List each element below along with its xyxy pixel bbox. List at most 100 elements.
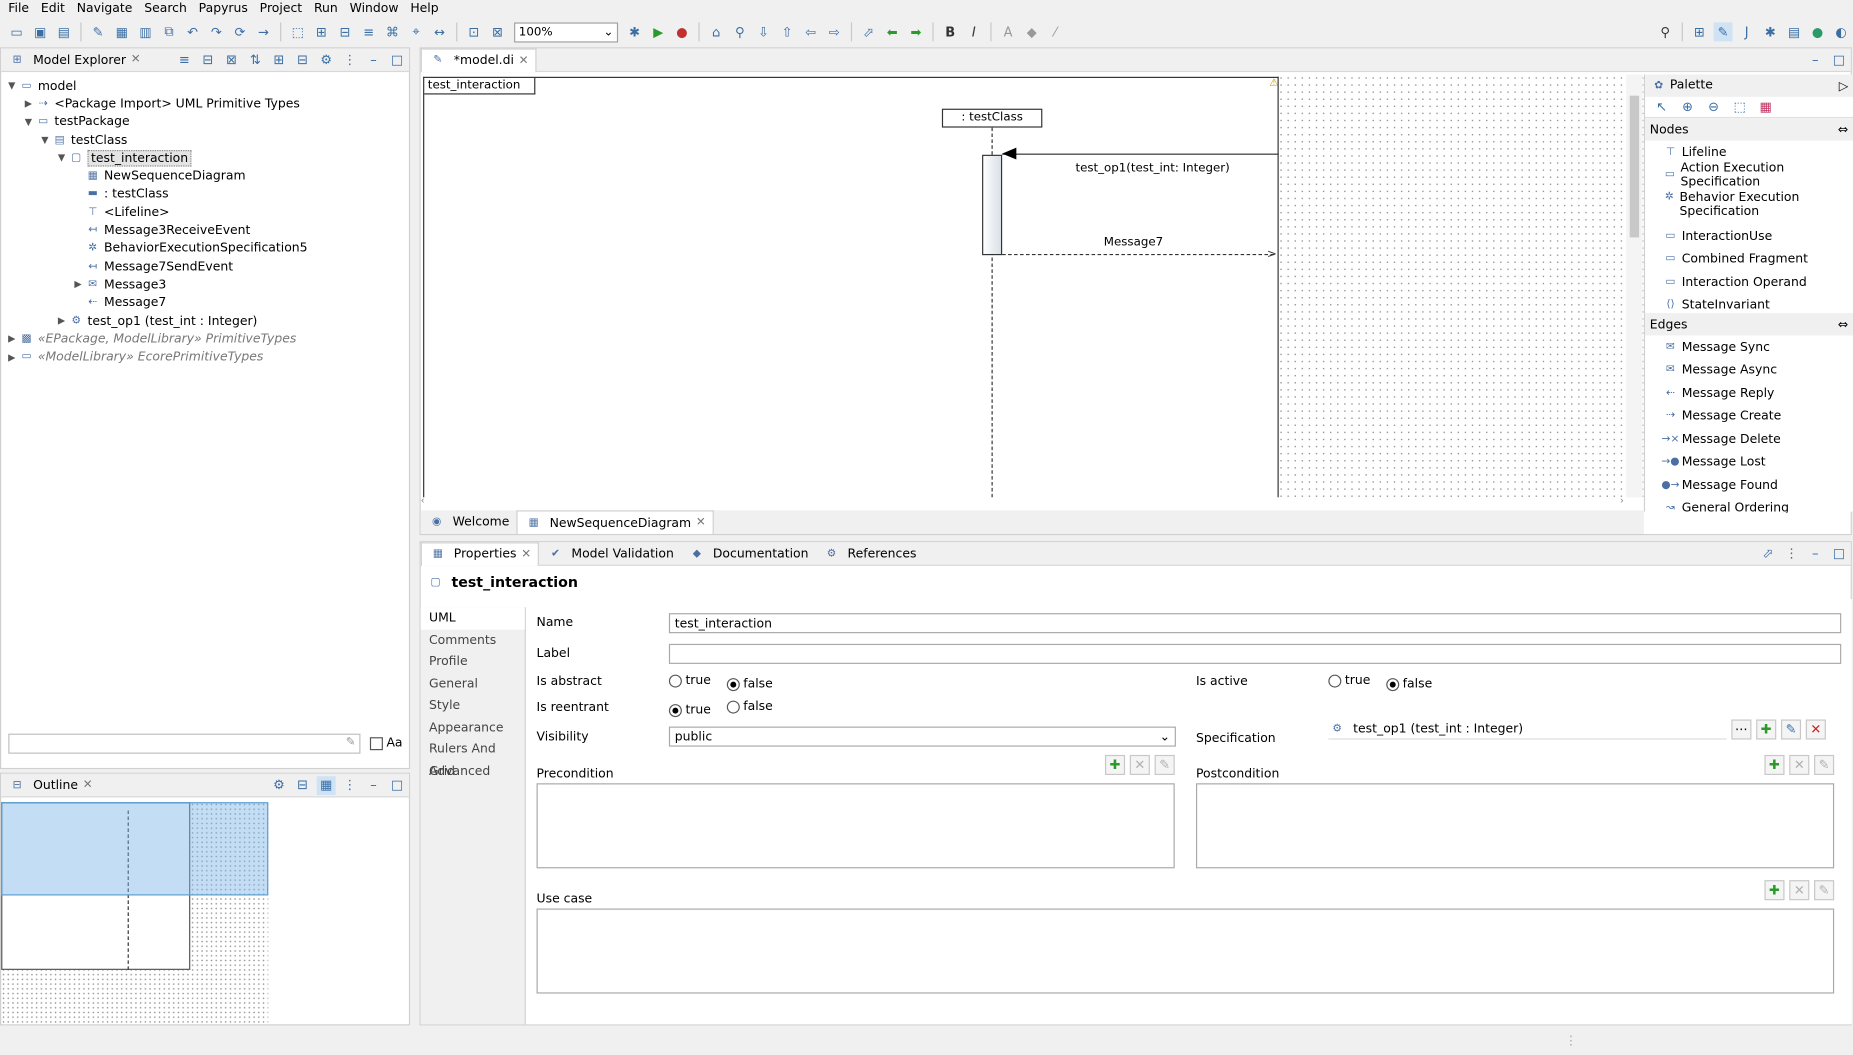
use-case-list[interactable] (536, 908, 1835, 994)
is-abstract-false-radio[interactable]: false (726, 677, 773, 691)
tab-references[interactable]: ⚙ References (816, 542, 924, 566)
side-tab-appearance[interactable]: Appearance (421, 717, 525, 739)
is-active-true-radio[interactable]: true (1328, 673, 1370, 688)
minimize-icon[interactable]: – (1806, 50, 1825, 69)
zoom-combo[interactable]: 100% ⌄ (514, 21, 619, 42)
save-all-icon[interactable]: ▤ (54, 22, 73, 41)
chevron-right-icon[interactable]: ▶ (6, 352, 18, 363)
maximize-icon[interactable]: □ (388, 776, 407, 795)
execution-specification[interactable] (982, 154, 1003, 256)
is-reentrant-false-radio[interactable]: false (726, 699, 773, 714)
outline-viewport[interactable] (1, 802, 269, 896)
layout-icon[interactable]: ⊟ (336, 22, 355, 41)
menu-navigate[interactable]: Navigate (71, 0, 138, 17)
outline-tool-icon[interactable]: ⚙ (269, 776, 288, 795)
palette-nodes-header[interactable]: Nodes ⇔ (1645, 118, 1853, 141)
outline-overview-icon[interactable]: ▦ (316, 775, 336, 795)
open-icon[interactable]: ⌂ (707, 22, 726, 41)
size-icon[interactable]: ↔ (430, 22, 449, 41)
resource-perspective-icon[interactable]: ▤ (1785, 22, 1804, 41)
chevron-right-icon[interactable]: ▶ (56, 315, 68, 326)
tree-item[interactable]: ▶ ▩ «EPackage, ModelLibrary» PrimitiveType… (6, 330, 308, 348)
nav-forward-icon[interactable]: ➡ (906, 22, 925, 41)
team-perspective-icon[interactable]: ● (1808, 22, 1827, 41)
tree-item[interactable]: ✲ BehaviorExecutionSpecification5 (6, 239, 308, 257)
link-icon[interactable]: ⊠ (222, 50, 241, 69)
papyrus-perspective-icon[interactable]: ✎ (1713, 22, 1733, 42)
is-active-false-radio[interactable]: false (1386, 677, 1432, 691)
undo-icon[interactable]: ↶ (183, 22, 202, 41)
filter-input[interactable]: ✎ (8, 733, 361, 754)
tab-outline[interactable]: ⊟ Outline ✕ (1, 773, 100, 797)
fill-color-icon[interactable]: ◆ (1022, 22, 1041, 41)
new-icon[interactable]: ▭ (7, 22, 26, 41)
side-tab-advanced[interactable]: Advanced (421, 760, 525, 782)
close-icon[interactable]: ✕ (131, 53, 141, 66)
menu-edit[interactable]: Edit (35, 0, 71, 17)
close-icon[interactable]: ✕ (519, 54, 529, 67)
prev-annotation-icon[interactable]: ⇧ (778, 22, 797, 41)
tab-documentation[interactable]: ◆ Documentation (681, 542, 816, 566)
refresh-icon[interactable]: ⟳ (230, 22, 249, 41)
filter-icon[interactable]: ⚙ (317, 50, 336, 69)
tree-item[interactable]: ⇠ Message7 (6, 294, 308, 312)
forward-icon[interactable]: ⇨ (825, 22, 844, 41)
side-tab-rulers-and-grid[interactable]: Rulers And Grid (421, 738, 525, 778)
horizontal-scrollbar[interactable]: ‹ › (421, 495, 1626, 507)
tree-item[interactable]: ▶ ⇢ <Package Import> UML Primitive Types (6, 95, 308, 113)
zoom-out-icon[interactable]: ⊖ (1704, 97, 1723, 116)
maximize-icon[interactable]: □ (1829, 544, 1848, 563)
palette-tool-combined-fragment[interactable]: ▭ Combined Fragment (1645, 248, 1853, 271)
run-icon[interactable]: ▶ (649, 22, 668, 41)
chevron-down-icon[interactable]: ▼ (22, 117, 34, 128)
menu-file[interactable]: File (2, 0, 35, 17)
collapse-all-icon[interactable]: ≡ (175, 50, 194, 69)
italic-icon[interactable]: I (964, 22, 983, 41)
chevron-down-icon[interactable]: ▼ (39, 135, 51, 146)
palette-tool-interaction-operand[interactable]: ▭ Interaction Operand (1645, 271, 1853, 294)
redo-icon[interactable]: ↷ (207, 22, 226, 41)
tree-item[interactable]: ↤ Message3ReceiveEvent (6, 221, 308, 239)
close-icon[interactable]: ✕ (521, 548, 531, 561)
nav-back-icon[interactable]: ⬅ (883, 22, 902, 41)
palette-tool-message-delete[interactable]: →× Message Delete (1645, 428, 1853, 451)
palette-tool-action-execution-specification[interactable]: ▭ Action Execution Specification (1645, 161, 1853, 189)
zoom-fit-icon[interactable]: ⊠ (488, 22, 507, 41)
marquee-icon[interactable]: ⬚ (1730, 97, 1749, 116)
pin-icon[interactable]: ⬀ (1759, 544, 1778, 563)
note-tool-icon[interactable]: ▦ (1756, 97, 1775, 116)
outline-tree-icon[interactable]: ⊟ (293, 776, 312, 795)
search-tools-icon[interactable]: ⚲ (730, 22, 749, 41)
side-tab-uml[interactable]: UML (420, 607, 525, 630)
sort-icon[interactable]: ⇅ (246, 50, 265, 69)
editor-icon[interactable]: ▥ (136, 22, 155, 41)
tree-item[interactable]: ▼ ▢ test_interaction (6, 149, 308, 167)
collapse-drawer-icon[interactable]: ⇔ (1838, 317, 1848, 331)
tab-model-di[interactable]: ✎ *model.di ✕ (420, 47, 537, 72)
collapse-drawer-icon[interactable]: ⇔ (1838, 122, 1848, 136)
tree-item[interactable]: ▼ ▭ testPackage (6, 113, 308, 131)
copy-icon[interactable]: ⧉ (160, 22, 179, 41)
menu-papyrus[interactable]: Papyrus (193, 0, 254, 17)
align-icon[interactable]: ≡ (359, 22, 378, 41)
close-icon[interactable]: ✕ (83, 779, 93, 792)
external-tools-icon[interactable]: ● (672, 22, 691, 41)
menu-search[interactable]: Search (138, 0, 192, 17)
nav-icon[interactable]: ⬀ (859, 22, 878, 41)
pin-icon[interactable]: ✎ (89, 22, 108, 41)
add-button[interactable]: ✚ (1756, 719, 1777, 740)
palette-tool-message-async[interactable]: ✉ Message Async (1645, 359, 1853, 382)
view-menu-icon[interactable]: ⋮ (340, 776, 359, 795)
minimize-icon[interactable]: – (364, 776, 383, 795)
interaction-frame[interactable]: test_interaction ⚠ (423, 76, 1279, 498)
palette-tool-message-sync[interactable]: ✉ Message Sync (1645, 336, 1853, 359)
font-color-icon[interactable]: A (999, 22, 1018, 41)
tree-item[interactable]: ▦ NewSequenceDiagram (6, 167, 308, 185)
tree-item[interactable]: ▬: testClass (6, 185, 308, 203)
chevron-right-icon[interactable]: ▶ (72, 279, 84, 290)
open-perspective-icon[interactable]: ⊞ (1690, 22, 1709, 41)
palette-collapse-icon[interactable]: ▷ (1839, 79, 1849, 93)
format-icon[interactable]: ⌘ (383, 22, 402, 41)
edit-button[interactable]: ✎ (1780, 719, 1802, 740)
line-color-icon[interactable]: ⁄ (1046, 22, 1065, 41)
